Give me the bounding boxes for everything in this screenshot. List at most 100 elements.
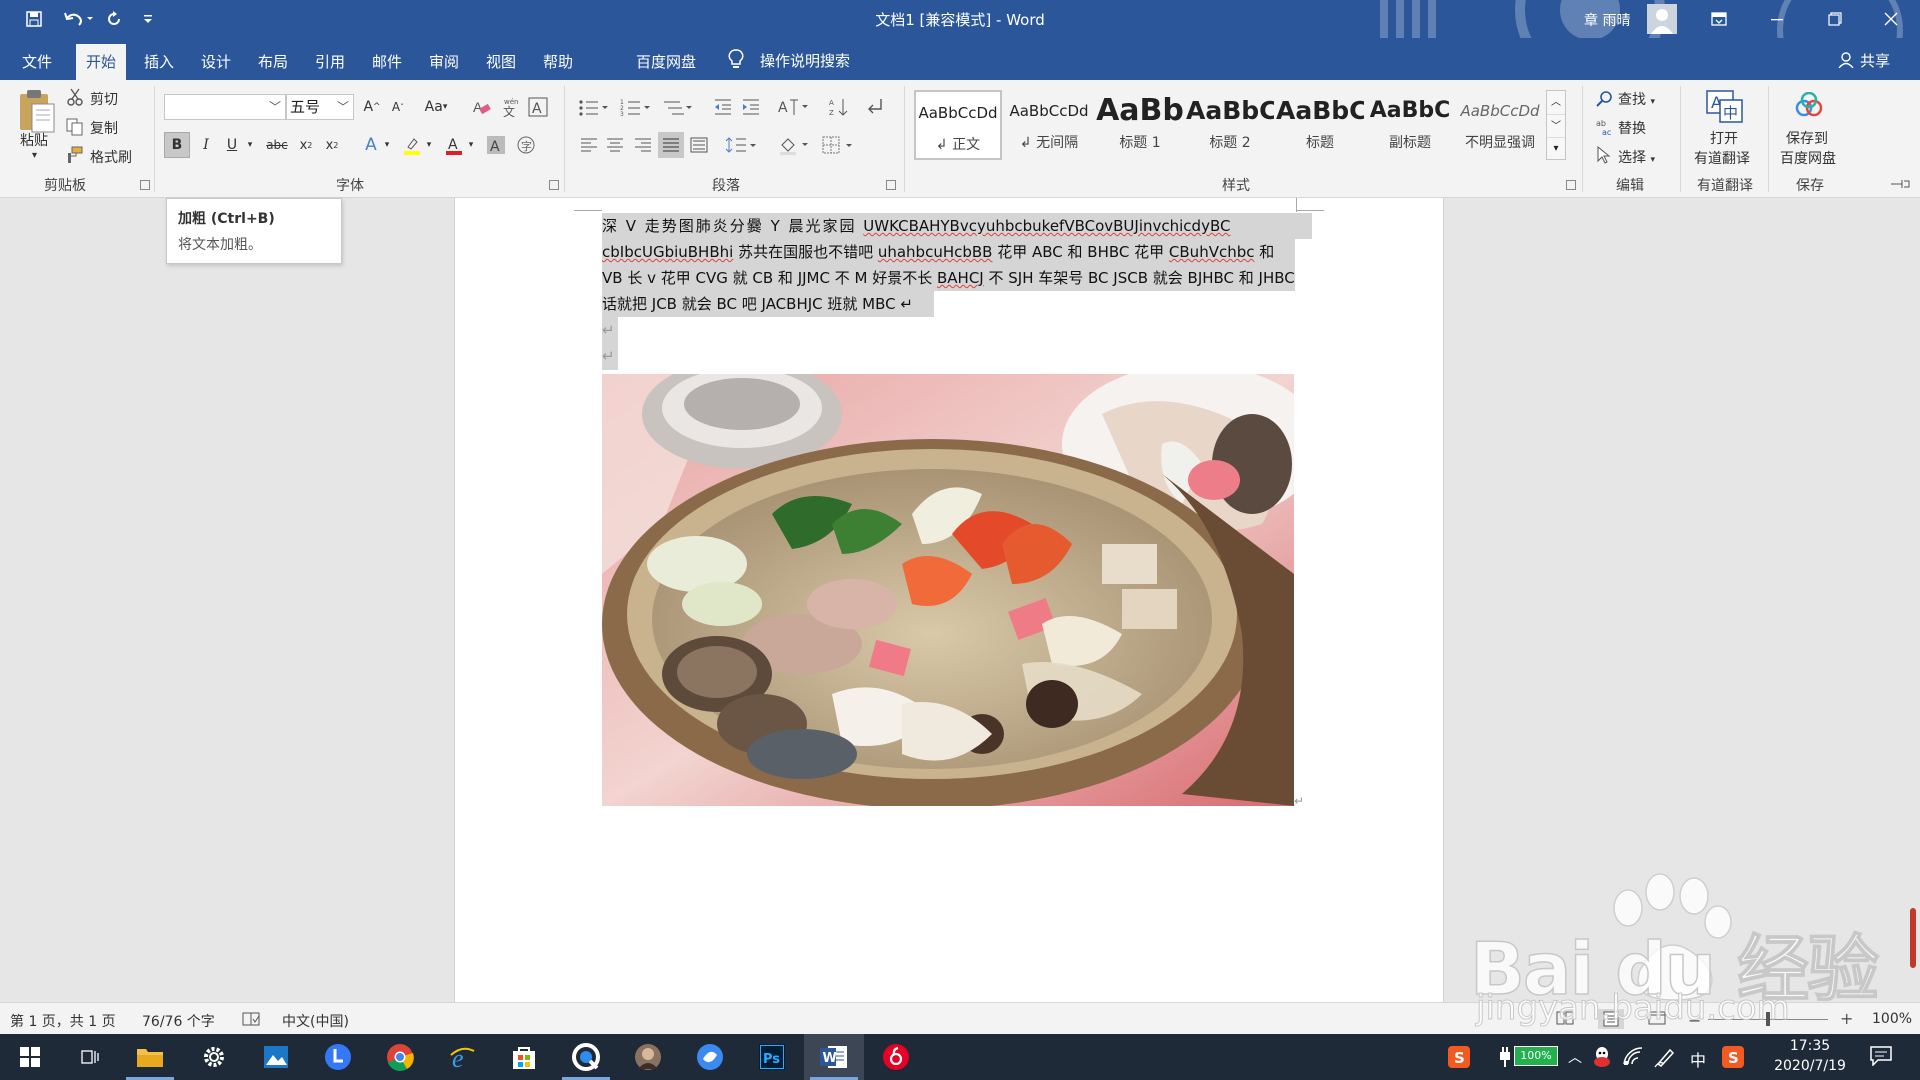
justify-icon[interactable] (658, 132, 684, 158)
power-plug-icon[interactable] (1498, 1046, 1512, 1068)
more-styles-icon[interactable]: ▾ (1547, 137, 1565, 159)
lightbulb-icon[interactable] (726, 48, 746, 70)
battery-indicator[interactable]: 100% (1514, 1046, 1558, 1066)
save-baidu-line2[interactable]: 百度网盘 (1780, 148, 1836, 168)
show-paragraph-marks-icon[interactable] (862, 94, 888, 120)
scissors-icon[interactable] (66, 88, 84, 106)
ribbon-display-options-icon[interactable] (1690, 0, 1748, 38)
style-heading-2[interactable]: AaBbC 标题 2 (1186, 90, 1274, 160)
find-icon[interactable] (1596, 90, 1614, 108)
youdao-button-line1[interactable]: 打开 (1710, 128, 1738, 148)
highlight-color-icon[interactable] (400, 132, 424, 158)
grow-font-icon[interactable]: A ^ (360, 94, 384, 120)
network-icon[interactable] (1622, 1046, 1644, 1066)
tab-layout[interactable]: 布局 (248, 44, 298, 80)
word-count[interactable]: 76/76 个字 (142, 1011, 215, 1031)
file-explorer-icon[interactable] (120, 1034, 180, 1080)
doc-paragraph-mark[interactable]: ↵ (602, 343, 618, 370)
youdao-translate-icon[interactable]: A中 (1706, 90, 1744, 124)
decrease-indent-icon[interactable] (710, 94, 736, 120)
share-button[interactable]: 共享 (1860, 50, 1890, 71)
close-icon[interactable] (1862, 0, 1920, 38)
scrollbar-thumb[interactable] (1910, 908, 1916, 968)
settings-gear-icon[interactable] (184, 1034, 244, 1080)
font-color-icon[interactable]: A (442, 132, 466, 158)
increase-indent-icon[interactable] (738, 94, 764, 120)
style-title[interactable]: AaBbC 标题 (1276, 90, 1364, 160)
restore-icon[interactable] (1806, 0, 1864, 38)
bullets-icon[interactable] (576, 94, 612, 120)
style-subtitle[interactable]: AaBbC 副标题 (1366, 90, 1454, 160)
find-button[interactable]: 查找 ▾ (1618, 89, 1655, 109)
style-heading-1[interactable]: AaBb 标题 1 (1096, 90, 1184, 160)
shrink-font-icon[interactable]: Aˇ (386, 94, 410, 120)
paste-dropdown-icon[interactable]: ▾ (32, 150, 37, 161)
format-painter-icon[interactable] (66, 146, 84, 164)
align-right-icon[interactable] (630, 132, 656, 158)
select-button[interactable]: 选择 ▾ (1618, 147, 1655, 167)
tab-file[interactable]: 文件 (12, 44, 62, 80)
tab-references[interactable]: 引用 (305, 44, 355, 80)
phonetic-guide-icon[interactable]: wén 文 (498, 94, 522, 120)
clock-date[interactable]: 2020/7/19 (1768, 1058, 1852, 1074)
antivirus-icon[interactable] (1592, 1046, 1612, 1068)
avatar[interactable] (1647, 4, 1677, 34)
numbering-icon[interactable]: 123 (618, 94, 654, 120)
font-dialog-launcher-icon[interactable] (549, 180, 559, 190)
change-case-button[interactable]: Aa ▾ (418, 94, 454, 120)
sogou-ime-icon[interactable]: S (1448, 1046, 1470, 1068)
select-cursor-icon[interactable] (1596, 146, 1612, 164)
style-subtle-emphasis[interactable]: AaBbCcDd 不明显强调 (1456, 90, 1544, 160)
store-icon[interactable] (494, 1034, 554, 1080)
asian-layout-icon[interactable]: A (776, 94, 812, 120)
tab-mailings[interactable]: 邮件 (362, 44, 412, 80)
underline-dropdown-icon[interactable]: ▾ (244, 132, 256, 158)
save-baidu-line1[interactable]: 保存到 (1786, 128, 1828, 148)
doc-paragraph-mark[interactable]: ↵ (602, 317, 618, 343)
input-method-indicator[interactable]: 中 (1690, 1047, 1706, 1071)
doc-line-3[interactable]: VB 长 v 花甲 CVG 就 CB 和 JJMC 不 M 好景不长 BAHCJ… (602, 265, 1295, 291)
pin-ribbon-icon[interactable] (1890, 178, 1910, 190)
clock-app-icon[interactable] (308, 1034, 368, 1080)
strikethrough-button[interactable]: abc (262, 132, 292, 158)
tell-me-search[interactable]: 操作说明搜索 (760, 50, 850, 71)
font-size-combo[interactable]: 五号 ﹀ (286, 94, 354, 120)
tab-home[interactable]: 开始 (76, 44, 127, 80)
pen-ink-icon[interactable] (1654, 1046, 1676, 1068)
clock-time[interactable]: 17:35 (1768, 1038, 1852, 1054)
notification-center-icon[interactable] (1870, 1046, 1892, 1066)
align-center-icon[interactable] (602, 132, 628, 158)
shading-icon[interactable] (776, 132, 812, 158)
paste-icon[interactable] (16, 88, 56, 134)
font-name-combo[interactable]: ﹀ (164, 94, 286, 120)
web-layout-icon[interactable] (1648, 1011, 1666, 1025)
distributed-icon[interactable] (686, 132, 712, 158)
align-left-icon[interactable] (576, 132, 602, 158)
zoom-slider-thumb[interactable] (1766, 1012, 1770, 1026)
select-dropdown-icon[interactable]: ▾ (1650, 155, 1655, 165)
superscript-button[interactable]: x2 (320, 132, 344, 158)
paragraph-dialog-launcher-icon[interactable] (886, 180, 896, 190)
user-photo-app-icon[interactable] (618, 1034, 678, 1080)
copy-button[interactable]: 复制 (90, 118, 118, 138)
share-icon[interactable] (1838, 52, 1854, 68)
print-layout-icon[interactable] (1598, 1009, 1624, 1029)
chevron-up-icon[interactable]: ︿ (1547, 91, 1565, 114)
text-effects-dropdown-icon[interactable]: ▾ (382, 132, 392, 158)
enclose-characters-icon[interactable]: 字 (514, 132, 538, 158)
photos-icon[interactable] (246, 1034, 306, 1080)
bold-button[interactable]: B (164, 132, 190, 158)
doc-line-4[interactable]: 话就把 JCB 就会 BC 吧 JACBHJC 班就 MBC ↵ (602, 291, 934, 317)
doc-line-1[interactable]: 深 V 走势图肺炎分爨 Y 晨光家园 UWKCBAHYBvcyuhbcbukef… (602, 213, 1312, 239)
task-view-icon[interactable] (60, 1034, 120, 1080)
photoshop-icon[interactable]: Ps (742, 1034, 802, 1080)
sogou-tray-icon[interactable]: S (1722, 1046, 1744, 1068)
character-shading-icon[interactable]: A (484, 132, 508, 158)
sort-icon[interactable]: AZ (826, 94, 852, 120)
chevron-down-icon[interactable]: ﹀ (1547, 114, 1565, 137)
feishu-app-icon[interactable] (680, 1034, 740, 1080)
clear-formatting-icon[interactable]: A (470, 94, 494, 120)
styles-dialog-launcher-icon[interactable] (1566, 180, 1576, 190)
multilevel-list-icon[interactable] (660, 94, 696, 120)
line-spacing-icon[interactable] (724, 132, 760, 158)
